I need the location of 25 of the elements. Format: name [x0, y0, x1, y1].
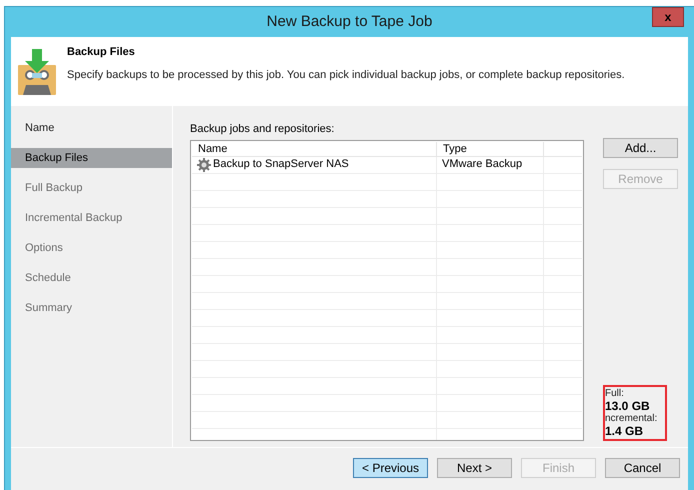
- sidebar-item[interactable]: Incremental Backup: [11, 208, 172, 228]
- sidebar-item[interactable]: Summary: [11, 298, 172, 318]
- column-header[interactable]: Name: [192, 142, 437, 156]
- close-button[interactable]: x: [652, 7, 684, 27]
- table-cell-text: Backup to SnapServer NAS: [213, 157, 349, 172]
- header-title: Backup Files: [67, 45, 136, 60]
- tape-download-icon: [17, 47, 57, 95]
- sidebar-item[interactable]: Backup Files: [11, 148, 172, 168]
- table-cell-text: VMware Backup: [442, 157, 522, 172]
- sidebar-item[interactable]: Options: [11, 238, 172, 258]
- sidebar-item[interactable]: Name: [11, 118, 172, 138]
- size-value: 13.0 GB: [605, 400, 651, 413]
- size-label: Full:: [605, 388, 625, 400]
- sidebar-item[interactable]: Schedule: [11, 268, 172, 288]
- previous-button[interactable]: < Previous: [353, 458, 428, 478]
- header-description: Specify backups to be processed by this job. You can pick individual backup jobs, or complete backup repositories.: [67, 68, 625, 82]
- sidebar-item[interactable]: Full Backup: [11, 178, 172, 198]
- window-title: New Backup to Tape Job: [266, 12, 432, 32]
- table-label: Backup jobs and repositories:: [190, 122, 336, 137]
- size-label: ncremental:: [605, 413, 658, 425]
- cancel-button[interactable]: Cancel: [605, 458, 680, 478]
- column-header[interactable]: Type: [437, 142, 544, 156]
- size-value: 1.4 GB: [605, 425, 644, 438]
- add-button[interactable]: Add...: [603, 138, 678, 158]
- next-button[interactable]: Next >: [437, 458, 512, 478]
